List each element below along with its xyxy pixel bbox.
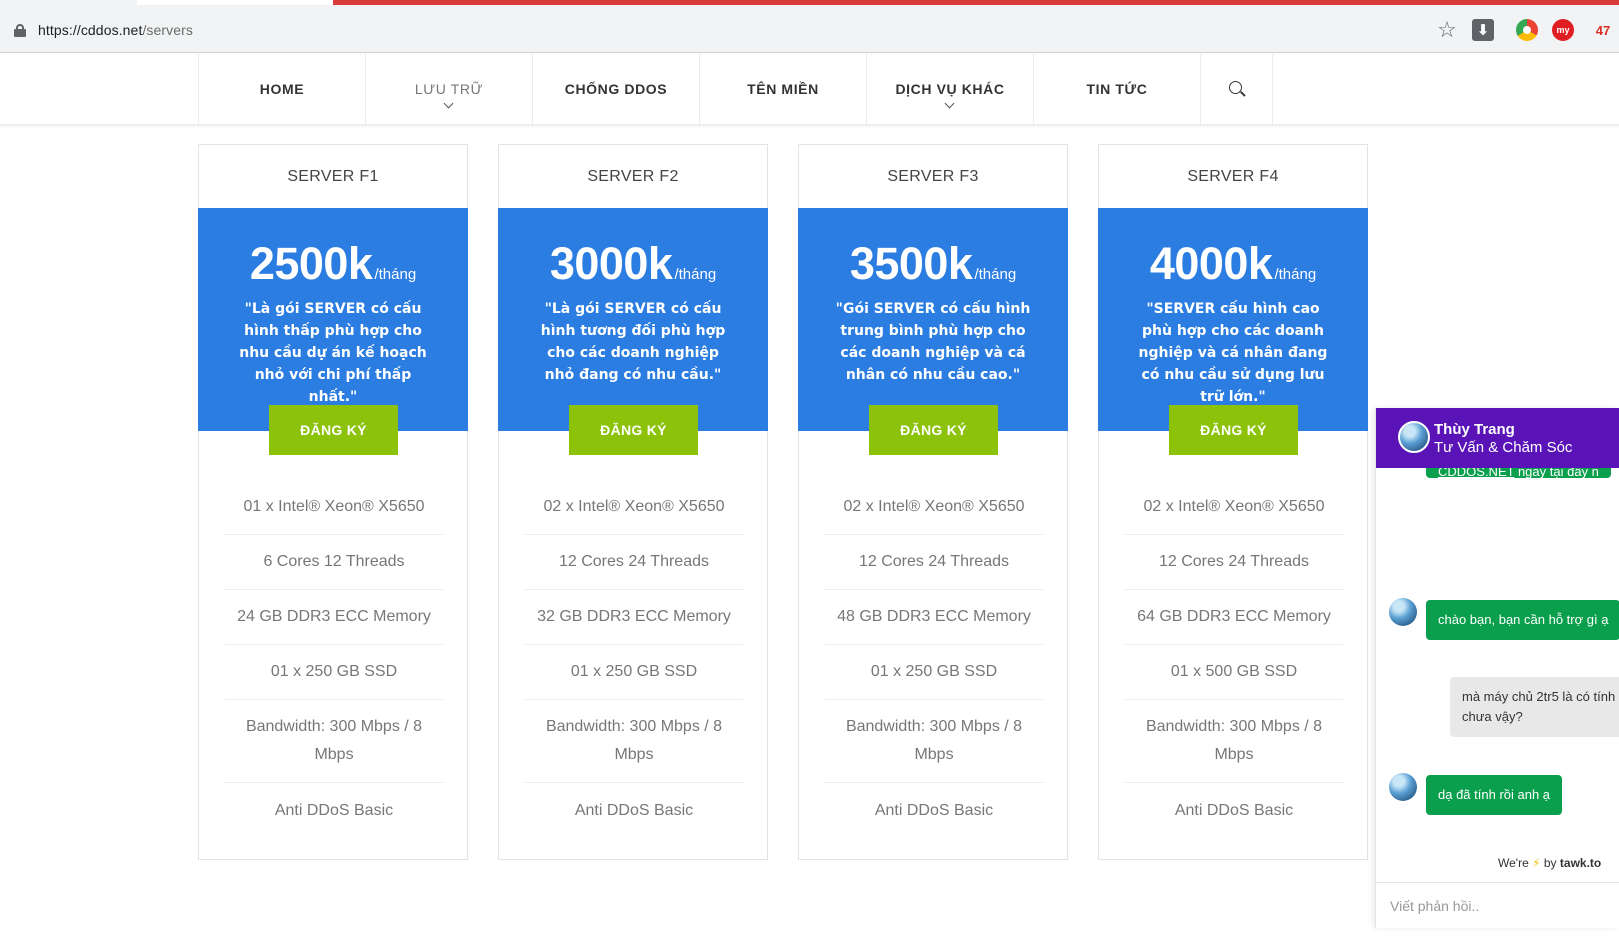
feature-cpu: 01 x Intel® Xeon® X5650 <box>225 480 443 535</box>
plan-price: 2500k <box>249 238 373 289</box>
plan-price: 3500k <box>849 238 973 289</box>
download-icon[interactable]: ⬇ <box>1472 19 1494 41</box>
extension-badge[interactable]: 47 <box>1588 19 1618 41</box>
register-button[interactable]: ĐĂNG KÝ <box>569 405 698 455</box>
nav-search-button[interactable] <box>1201 54 1273 124</box>
lock-icon[interactable] <box>14 24 26 37</box>
feature-ddos: Anti DDoS Basic <box>874 801 994 819</box>
plan-price-unit: /tháng <box>674 266 717 283</box>
plan-price-unit: /tháng <box>374 266 417 283</box>
lightning-icon: ⚡ <box>1532 856 1541 870</box>
plan-description: "Gói SERVER có cấu hình trung bình phù h… <box>835 301 1031 383</box>
feature-storage: 01 x 250 GB SSD <box>225 645 443 700</box>
feature-ddos: Anti DDoS Basic <box>274 801 394 819</box>
plan-price-panel: 3500k/tháng "Gói SERVER có cấu hình trun… <box>798 208 1068 431</box>
plan-card-f1: SERVER F1 2500k/tháng "Là gói SERVER có … <box>198 144 468 860</box>
nav-home[interactable]: HOME <box>199 54 366 124</box>
chat-message-agent: chào bạn, bạn cần hỗ trợ gì ạ <box>1426 600 1619 640</box>
feature-bandwidth: Bandwidth: 300 Mbps / 8 Mbps <box>825 700 1043 783</box>
plan-features: 02 x Intel® Xeon® X5650 12 Cores 24 Thre… <box>525 480 743 838</box>
bookmark-star-icon[interactable]: ☆ <box>1436 19 1458 41</box>
feature-ddos: Anti DDoS Basic <box>1174 801 1294 819</box>
chat-reply-input[interactable] <box>1376 883 1619 928</box>
nav-ten-mien[interactable]: TÊN MIỀN <box>700 54 867 124</box>
register-button[interactable]: ĐĂNG KÝ <box>1169 405 1298 455</box>
chat-reply-area <box>1376 882 1619 928</box>
plan-name: SERVER F1 <box>287 167 379 185</box>
feature-memory: 48 GB DDR3 ECC Memory <box>825 590 1043 645</box>
plan-name: SERVER F3 <box>887 167 979 185</box>
plan-card-f3: SERVER F3 3500k/tháng "Gói SERVER có cấu… <box>798 144 1068 860</box>
plan-price: 3000k <box>549 238 673 289</box>
feature-bandwidth: Bandwidth: 300 Mbps / 8 Mbps <box>225 700 443 783</box>
plan-card-f4: SERVER F4 4000k/tháng "SERVER cấu hình c… <box>1098 144 1368 860</box>
main-nav: HOME LƯU TRỮ CHỐNG DDOS TÊN MIỀN DỊCH VỤ… <box>198 54 1273 124</box>
nav-chong-ddos[interactable]: CHỐNG DDOS <box>533 54 700 124</box>
feature-storage: 01 x 250 GB SSD <box>825 645 1043 700</box>
feature-memory: 64 GB DDR3 ECC Memory <box>1125 590 1343 645</box>
search-icon <box>1228 81 1246 97</box>
agent-avatar <box>1389 773 1417 801</box>
feature-storage: 01 x 250 GB SSD <box>525 645 743 700</box>
powered-by-tawk[interactable]: We're ⚡ by tawk.to <box>1498 856 1601 870</box>
chat-widget: Thùy Trang Tư Vấn & Chăm Sóc CDDOS.NET n… <box>1375 408 1619 928</box>
plan-price-unit: /tháng <box>974 266 1017 283</box>
agent-role: Tư Vấn & Chăm Sóc <box>1434 439 1573 456</box>
chat-header[interactable]: Thùy Trang Tư Vấn & Chăm Sóc <box>1376 408 1619 468</box>
plan-description: "Là gói SERVER có cấu hình tương đối phù… <box>540 301 726 383</box>
feature-memory: 32 GB DDR3 ECC Memory <box>525 590 743 645</box>
nav-dich-vu-khac[interactable]: DỊCH VỤ KHÁC <box>867 54 1034 124</box>
nav-luu-tru[interactable]: LƯU TRỮ <box>366 54 533 124</box>
register-button[interactable]: ĐĂNG KÝ <box>869 405 998 455</box>
feature-cpu: 02 x Intel® Xeon® X5650 <box>825 480 1043 535</box>
extension-my-icon[interactable]: my <box>1552 19 1574 41</box>
plan-description: "SERVER cấu hình cao phù hợp cho các doa… <box>1138 301 1328 405</box>
feature-cores: 6 Cores 12 Threads <box>225 535 443 590</box>
agent-name: Thùy Trang <box>1434 421 1515 438</box>
feature-storage: 01 x 500 GB SSD <box>1125 645 1343 700</box>
plan-price-panel: 4000k/tháng "SERVER cấu hình cao phù hợp… <box>1098 208 1368 431</box>
plan-price-panel: 3000k/tháng "Là gói SERVER có cấu hình t… <box>498 208 768 431</box>
feature-ddos: Anti DDoS Basic <box>574 801 694 819</box>
feature-memory: 24 GB DDR3 ECC Memory <box>225 590 443 645</box>
extension-chrome-icon[interactable] <box>1516 19 1538 41</box>
plan-features: 02 x Intel® Xeon® X5650 12 Cores 24 Thre… <box>825 480 1043 838</box>
feature-cores: 12 Cores 24 Threads <box>825 535 1043 590</box>
plan-features: 01 x Intel® Xeon® X5650 6 Cores 12 Threa… <box>225 480 443 838</box>
plan-name: SERVER F4 <box>1187 167 1279 185</box>
feature-cpu: 02 x Intel® Xeon® X5650 <box>1125 480 1343 535</box>
plan-features: 02 x Intel® Xeon® X5650 12 Cores 24 Thre… <box>1125 480 1343 838</box>
chevron-down-icon <box>944 98 955 109</box>
chevron-down-icon <box>443 98 454 109</box>
feature-cpu: 02 x Intel® Xeon® X5650 <box>525 480 743 535</box>
plan-card-f2: SERVER F2 3000k/tháng "Là gói SERVER có … <box>498 144 768 860</box>
plan-price-unit: /tháng <box>1274 266 1317 283</box>
agent-avatar <box>1398 421 1430 453</box>
plan-price: 4000k <box>1149 238 1273 289</box>
feature-cores: 12 Cores 24 Threads <box>525 535 743 590</box>
chat-message-agent: dạ đã tính rồi anh ạ <box>1426 775 1563 815</box>
agent-avatar <box>1389 598 1417 626</box>
feature-bandwidth: Bandwidth: 300 Mbps / 8 Mbps <box>525 700 743 783</box>
plan-description: "Là gói SERVER có cấu hình thấp phù hợp … <box>239 301 427 405</box>
nav-tin-tuc[interactable]: TIN TỨC <box>1034 54 1201 124</box>
feature-bandwidth: Bandwidth: 300 Mbps / 8 Mbps <box>1125 700 1343 783</box>
register-button[interactable]: ĐĂNG KÝ <box>269 405 398 455</box>
nav-divider <box>0 124 1619 128</box>
plan-price-panel: 2500k/tháng "Là gói SERVER có cấu hình t… <box>198 208 468 431</box>
address-bar[interactable]: https://cddos.net/servers ☆ ⬇ my 47 <box>0 5 1619 53</box>
chat-message-visitor: mà máy chủ 2tr5 là có tính chưa vậy? <box>1450 677 1619 737</box>
url-text[interactable]: https://cddos.net/servers <box>38 22 193 38</box>
feature-cores: 12 Cores 24 Threads <box>1125 535 1343 590</box>
plan-name: SERVER F2 <box>587 167 679 185</box>
